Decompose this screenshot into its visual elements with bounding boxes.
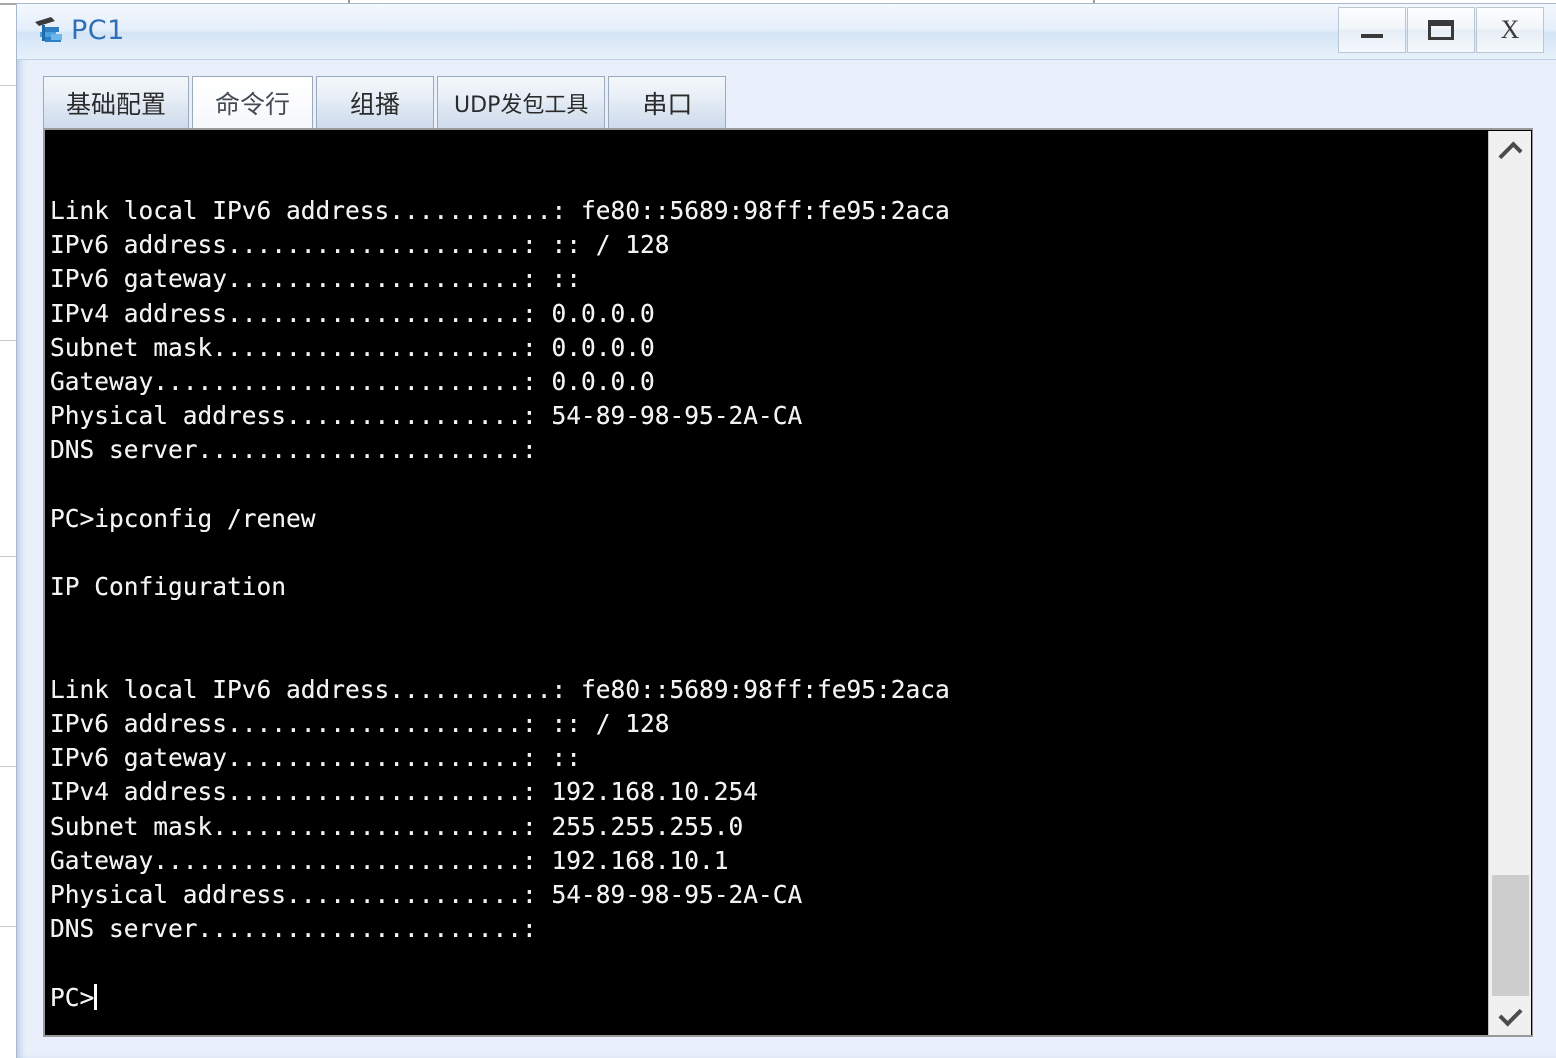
tab-strip: 基础配置 命令行 组播 UDP发包工具 串口: [43, 76, 727, 128]
pc1-window: PC1 X 基础配置 命令行 组播 UDP发包工具 串口 Link local …: [16, 3, 1556, 1058]
scroll-up-button[interactable]: [1489, 131, 1531, 171]
minimize-button[interactable]: [1338, 7, 1406, 53]
close-button[interactable]: X: [1476, 7, 1544, 53]
chevron-up-icon: [1497, 140, 1523, 166]
terminal-output[interactable]: Link local IPv6 address...........: fe80…: [47, 132, 1477, 1035]
minimize-icon: [1339, 8, 1405, 52]
pc-terminal-icon: [31, 13, 67, 49]
scroll-down-button[interactable]: [1489, 996, 1531, 1035]
maximize-icon: [1408, 8, 1474, 52]
terminal-panel[interactable]: Link local IPv6 address...........: fe80…: [43, 128, 1533, 1037]
tab-label: UDP发包工具: [454, 92, 589, 118]
tab-serial-port[interactable]: 串口: [608, 76, 727, 128]
tab-label: 串口: [642, 89, 693, 119]
text-cursor: [94, 983, 98, 1010]
tab-command-line[interactable]: 命令行: [192, 76, 314, 128]
tab-udp-tool[interactable]: UDP发包工具: [437, 76, 606, 128]
window-title: PC1: [71, 15, 125, 46]
tab-label: 基础配置: [66, 89, 167, 119]
close-icon: X: [1477, 8, 1543, 52]
chevron-down-icon: [1497, 1002, 1523, 1027]
scrollbar-thumb[interactable]: [1492, 875, 1529, 1003]
terminal-scrollbar[interactable]: [1488, 131, 1531, 1035]
tab-multicast[interactable]: 组播: [316, 76, 435, 128]
close-label: X: [1500, 15, 1520, 44]
tab-label: 组播: [350, 89, 401, 119]
tab-basic-config[interactable]: 基础配置: [43, 76, 190, 128]
title-bar[interactable]: PC1 X: [17, 4, 1556, 60]
maximize-button[interactable]: [1407, 7, 1475, 53]
tab-label: 命令行: [215, 89, 291, 119]
